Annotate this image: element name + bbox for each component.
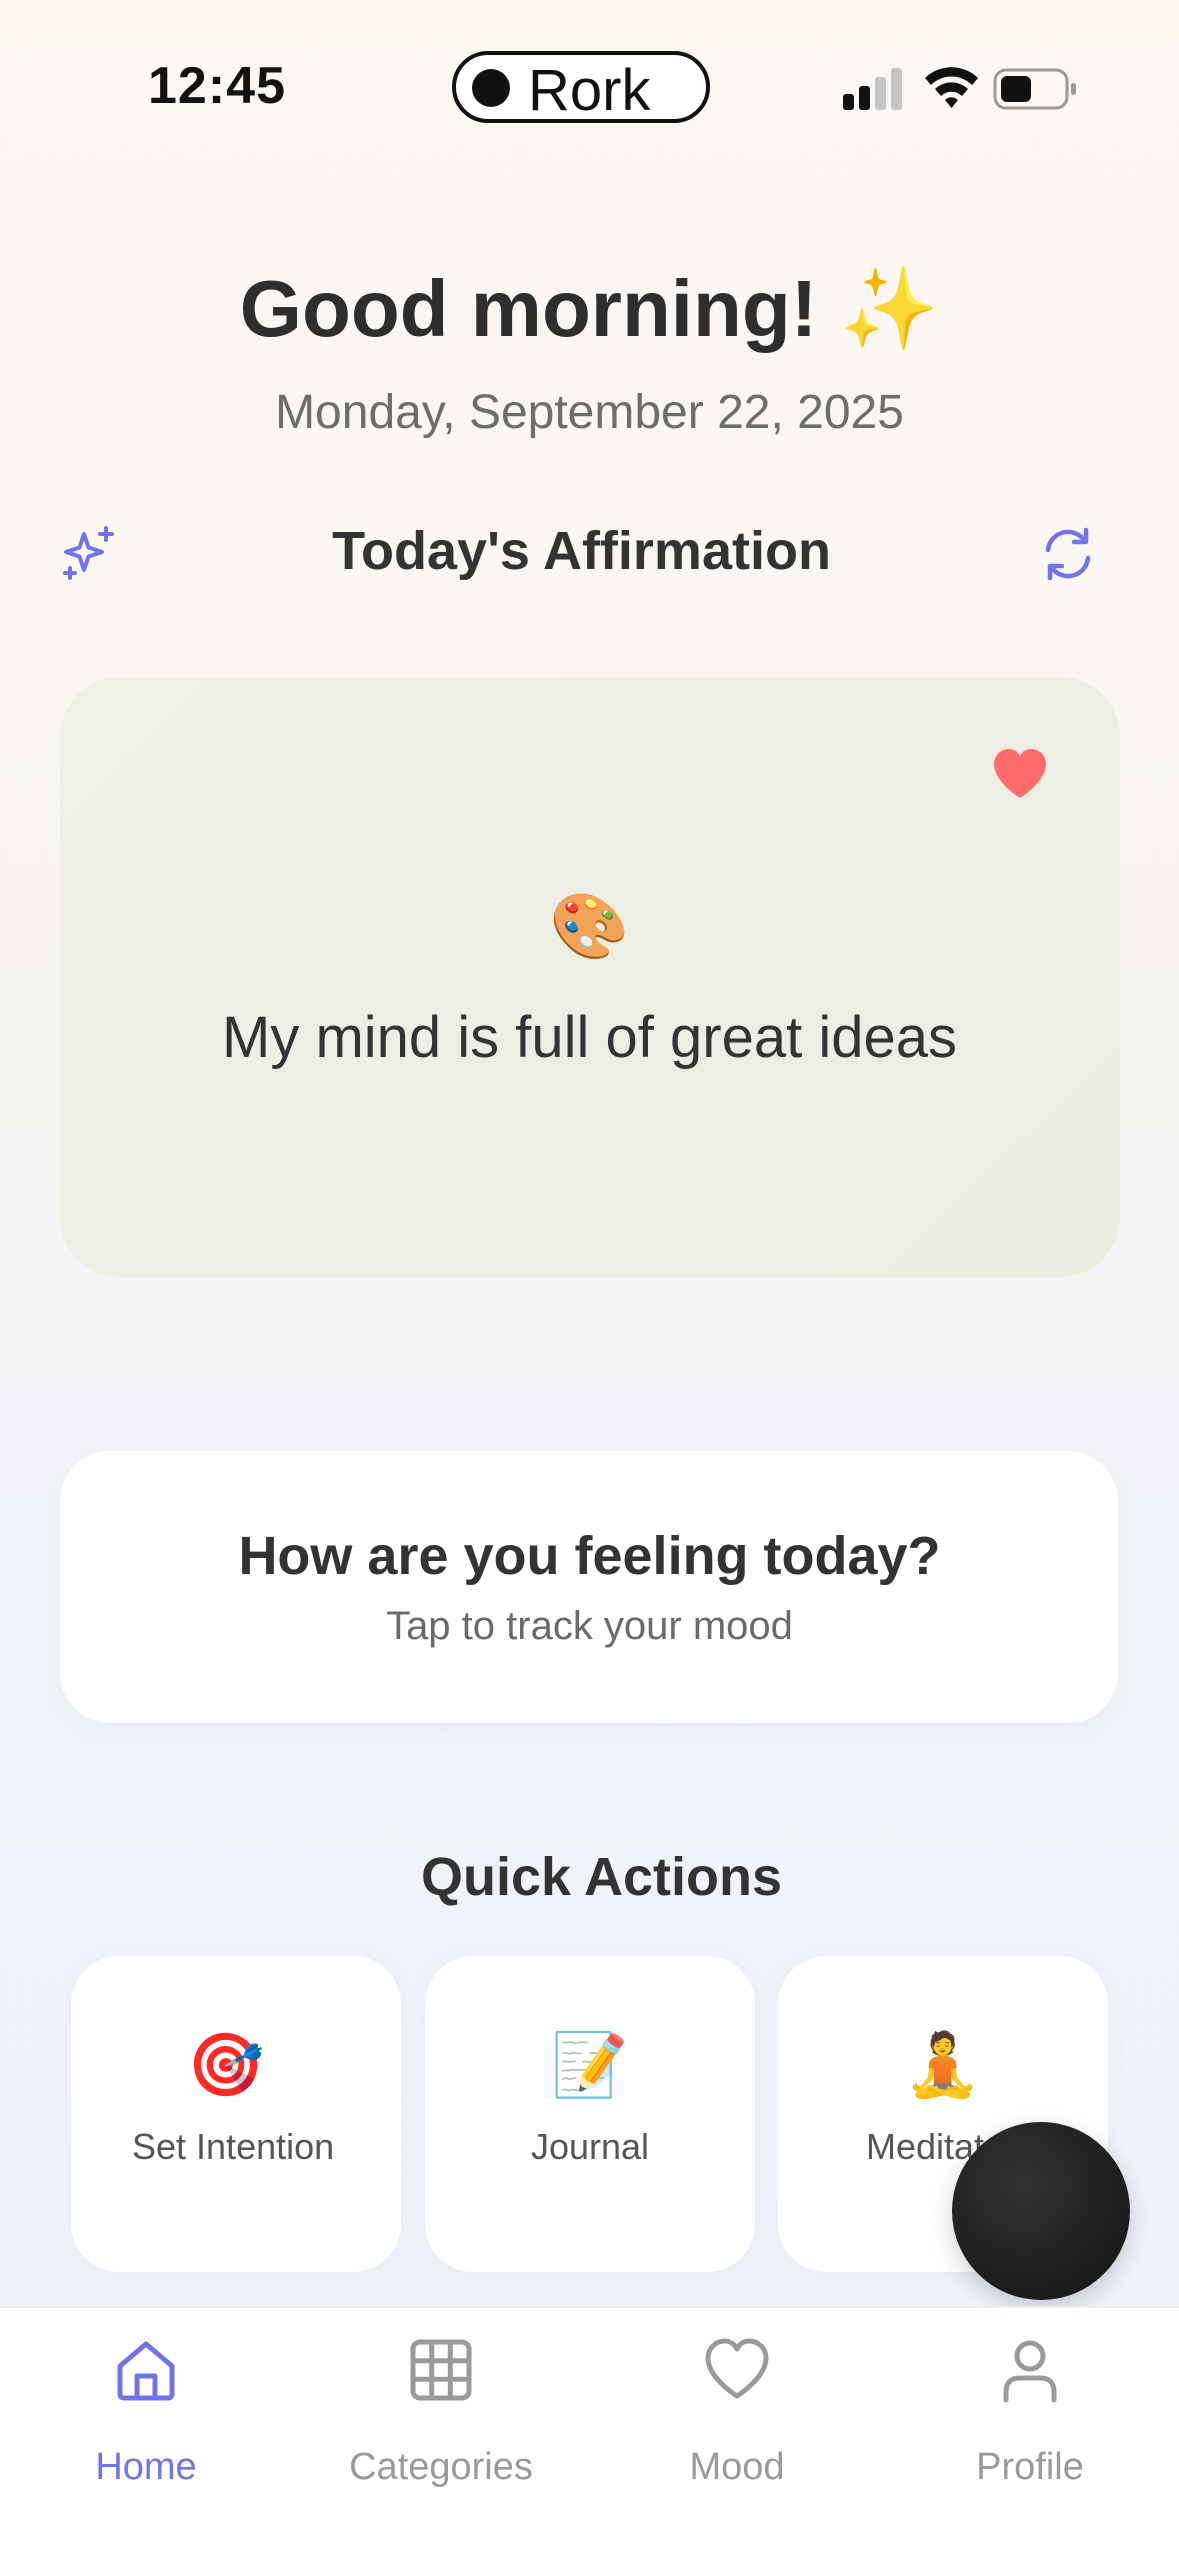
affirmation-text: My mind is full of great ideas [222, 1005, 957, 1070]
status-bar: 12:45 Rork [0, 0, 1179, 175]
home-icon [117, 2341, 175, 2401]
quick-action-label: Journal [530, 2126, 650, 2167]
tab-mood[interactable]: Mood [617, 2328, 857, 2508]
cellular-signal-icon [843, 68, 902, 110]
tab-profile[interactable]: Profile [910, 2328, 1150, 2508]
person-icon [1003, 2340, 1057, 2403]
battery-icon [993, 68, 1076, 110]
tab-label: Profile [976, 2446, 1084, 2488]
mood-card-title: How are you feeling today? [238, 1526, 941, 1586]
target-icon: 🎯 [187, 2031, 265, 2100]
affirmation-emoji: 🎨 [549, 890, 630, 962]
quick-actions-title: Quick Actions [420, 1847, 783, 1907]
island-record-dot [472, 69, 510, 107]
grid-icon [410, 2339, 472, 2401]
affirmation-header: Today's Affirmation [332, 521, 831, 581]
tab-label: Home [95, 2446, 197, 2488]
status-icons [843, 67, 1076, 110]
wifi-icon [925, 67, 978, 108]
affirmation-card[interactable] [60, 677, 1120, 1277]
floating-action-button[interactable] [952, 2122, 1130, 2300]
mood-tracker-card[interactable] [60, 1451, 1118, 1723]
status-time: 12:45 [148, 57, 286, 115]
meditation-icon: 🧘 [904, 2031, 982, 2100]
journal-icon: 📝 [551, 2031, 629, 2100]
tab-home[interactable]: Home [26, 2328, 266, 2508]
tab-label: Categories [349, 2446, 533, 2488]
favorite-heart-icon[interactable] [990, 746, 1050, 802]
tab-categories[interactable]: Categories [321, 2328, 561, 2508]
tab-label: Mood [689, 2446, 785, 2488]
journal-button[interactable]: 📝 Journal [425, 1956, 755, 2272]
tab-bar: Home Categories Mood Profile [0, 2306, 1179, 2558]
dynamic-island: Rork [452, 51, 710, 123]
quick-action-label: Set Intention [132, 2126, 335, 2167]
current-date: Monday, September 22, 2025 [275, 386, 904, 439]
greeting-title: Good morning! ✨ [239, 264, 940, 353]
refresh-icon[interactable] [1040, 526, 1096, 582]
mood-card-subtitle: Tap to track your mood [386, 1604, 793, 1648]
set-intention-button[interactable]: 🎯 Set Intention [71, 1956, 401, 2272]
island-label: Rork [528, 58, 651, 123]
heart-icon [705, 2338, 769, 2399]
